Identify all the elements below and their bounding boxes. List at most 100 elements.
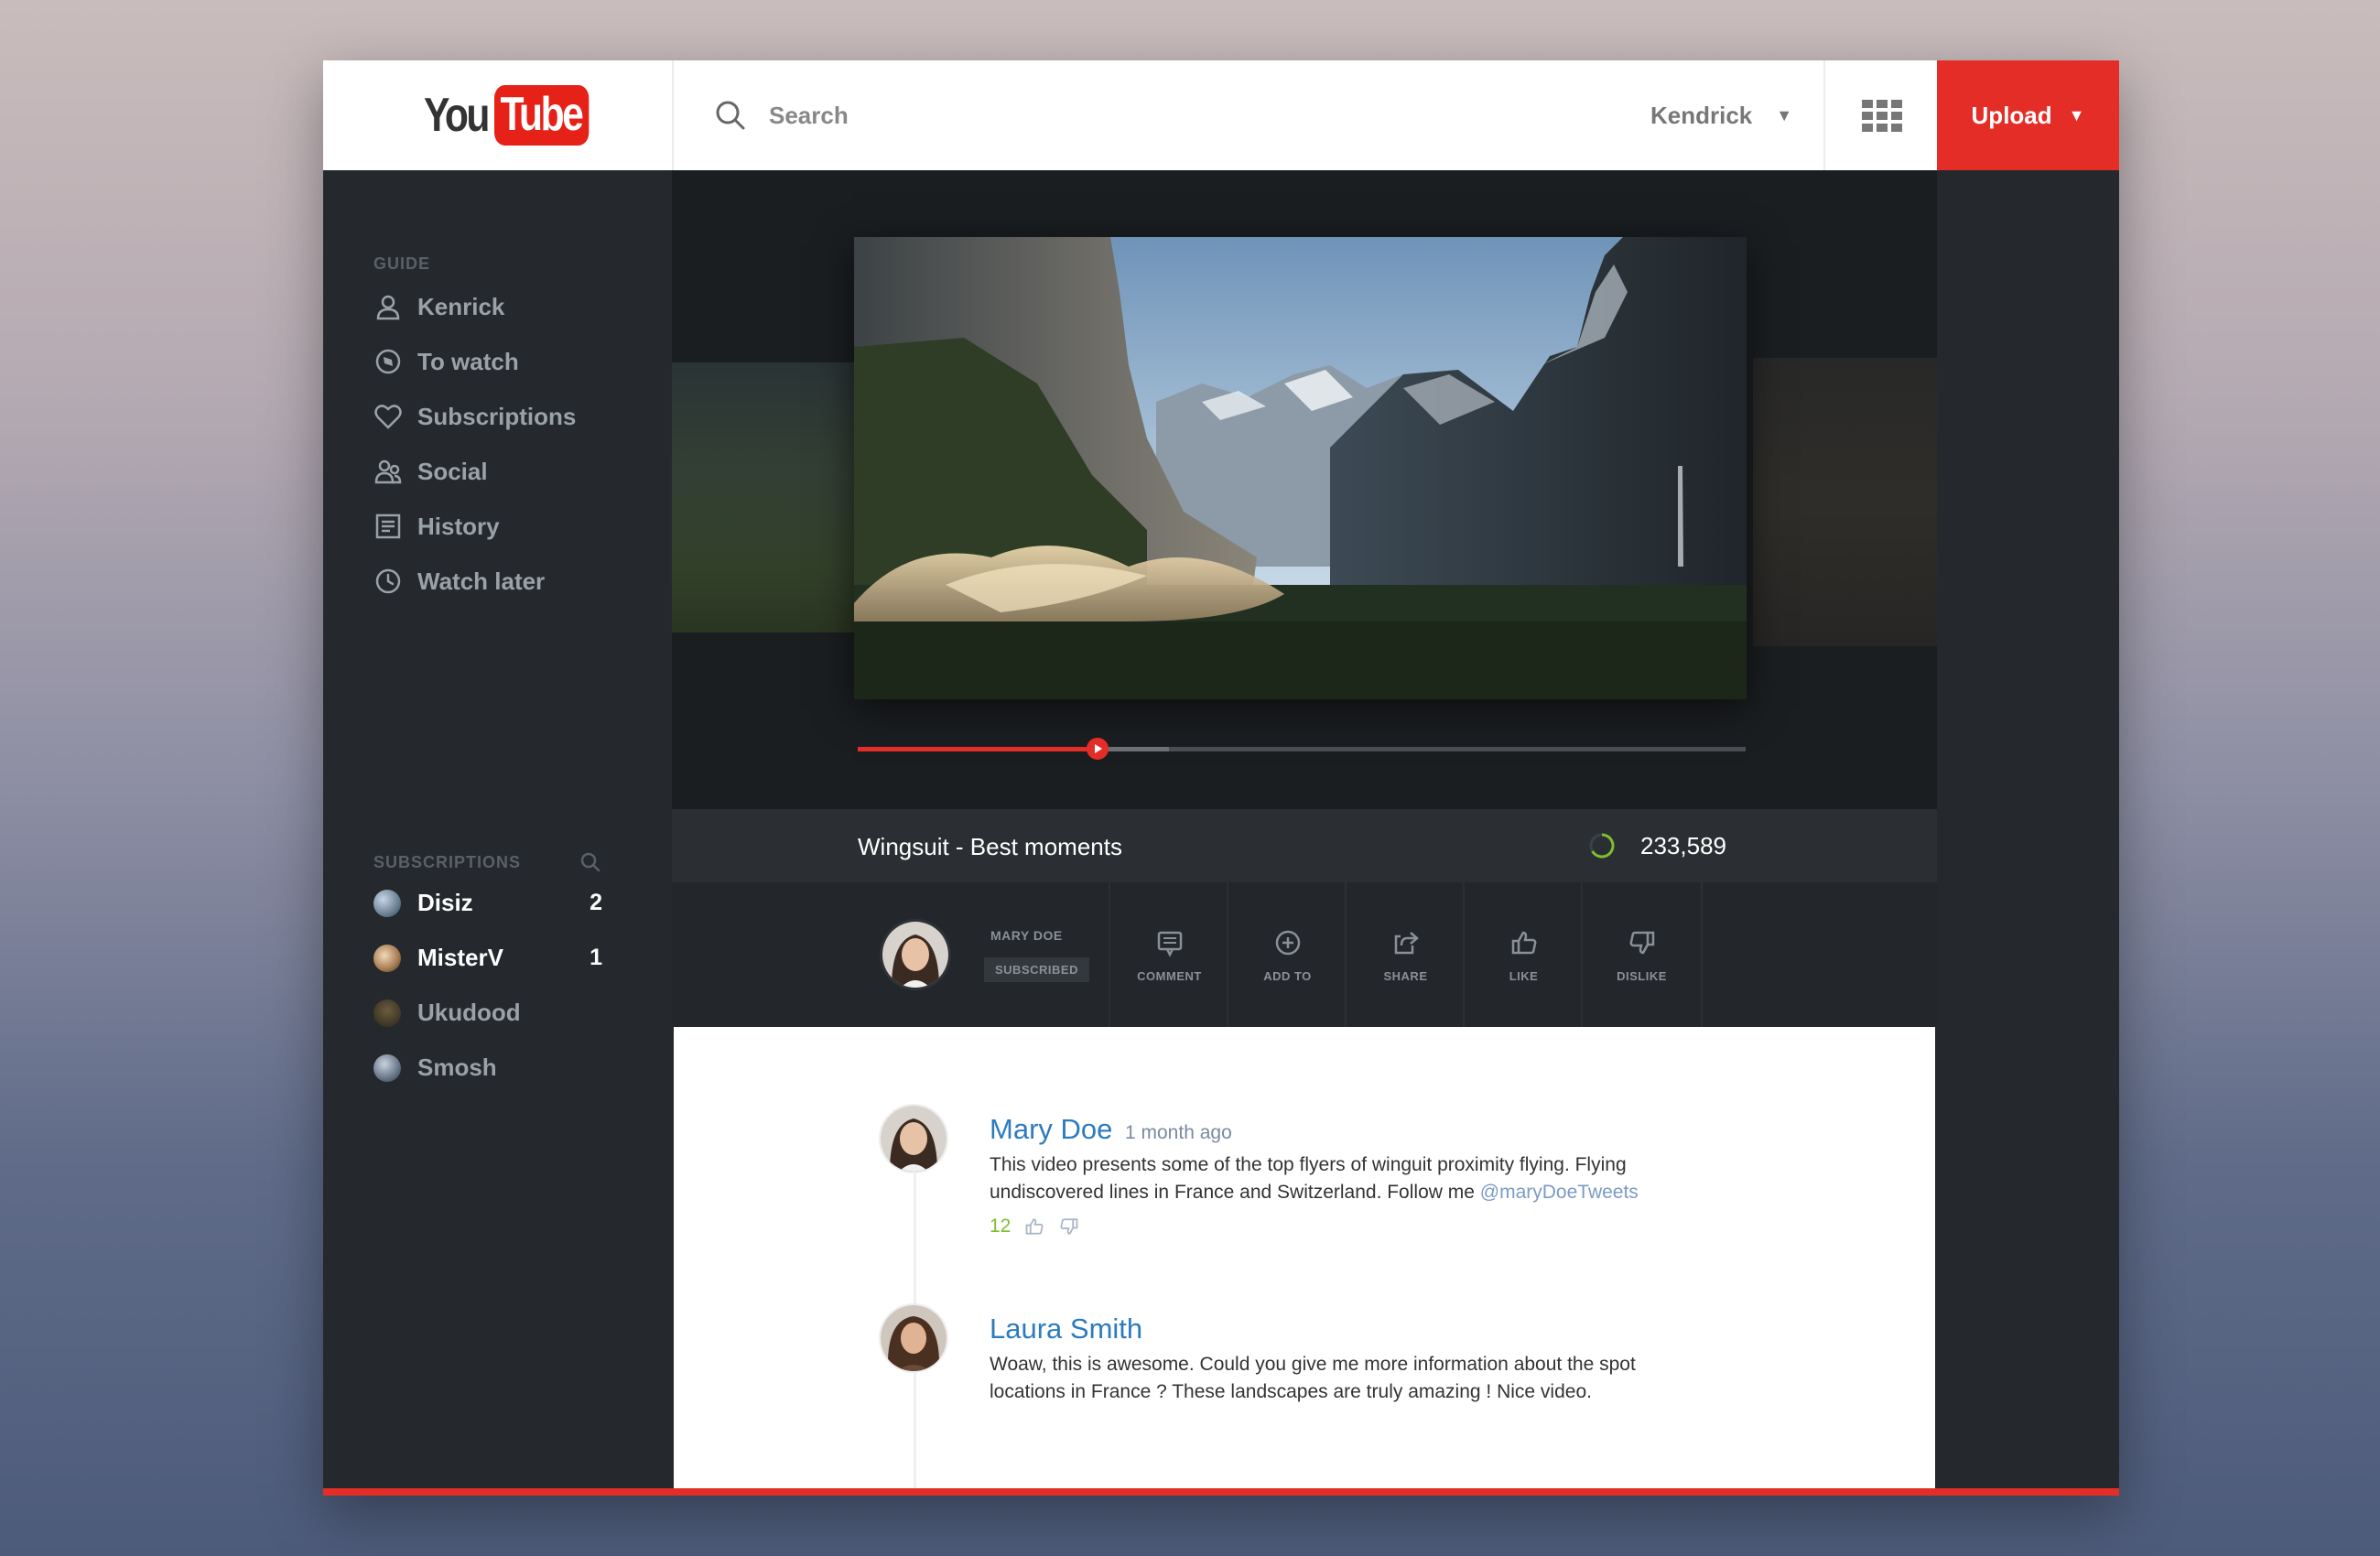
comment-text: Woaw, this is awesome. Could you give me… [990, 1354, 1636, 1402]
clock-icon [375, 568, 401, 594]
comment-author[interactable]: Mary Doe [990, 1113, 1112, 1146]
caret-down-icon: ▼ [2068, 105, 2085, 124]
view-count-value: 233,589 [1640, 831, 1726, 859]
comment-button[interactable]: COMMENT [1109, 882, 1228, 1027]
sidebar-item-kenrick[interactable]: Kenrick [373, 292, 504, 321]
heart-icon [374, 405, 402, 429]
channel-avatar[interactable] [880, 919, 951, 990]
comment-text: This video presents some of the top flye… [990, 1151, 1704, 1206]
dislike-button[interactable]: DISLIKE [1581, 882, 1703, 1027]
video-action-bar: MARY DOE SUBSCRIBED COMMENT ADD TO SHARE… [672, 882, 1937, 1027]
channel-avatar [373, 999, 401, 1027]
video-title: Wingsuit - Best moments [858, 833, 1122, 860]
logo-tube-text: Tube [494, 85, 590, 146]
unread-count: 1 [590, 945, 602, 970]
search-input[interactable] [767, 100, 1137, 131]
subscription-label: Ukudood [417, 999, 521, 1026]
upload-label: Upload [1971, 101, 2052, 129]
search-icon[interactable] [712, 97, 749, 134]
profile-photo-icon [882, 922, 948, 988]
mention-link[interactable]: @maryDoeTweets [1480, 1182, 1639, 1203]
channel-avatar [373, 1054, 401, 1082]
app-window: You Tube Kendrick ▼ Upload ▼ GUIDE [323, 60, 2119, 1496]
sidebar-item-label: Watch later [417, 567, 546, 595]
channel-avatar [373, 944, 401, 972]
comment-label: COMMENT [1137, 968, 1202, 983]
subscription-item-misterv[interactable]: MisterV 1 [373, 944, 602, 972]
subscription-item-smosh[interactable]: Smosh [373, 1054, 602, 1082]
upload-button[interactable]: Upload ▼ [1937, 60, 2119, 170]
like-button[interactable]: LIKE [1463, 882, 1583, 1027]
sidebar-item-label: History [417, 512, 500, 540]
previous-video-thumbnail[interactable] [672, 362, 855, 632]
valley-landscape-image [854, 237, 1747, 699]
commenter-avatar[interactable] [879, 1303, 948, 1373]
subscription-item-disiz[interactable]: Disiz 2 [373, 889, 602, 917]
user-icon [376, 295, 400, 320]
thumbs-up-icon [1511, 931, 1536, 954]
sidebar-item-history[interactable]: History [373, 512, 500, 541]
subscription-item-ukudood[interactable]: Ukudood [373, 999, 602, 1027]
add-to-label: ADD TO [1263, 968, 1312, 983]
apps-button[interactable] [1823, 60, 1939, 170]
add-to-button[interactable]: ADD TO [1227, 882, 1347, 1027]
dislike-label: DISLIKE [1617, 968, 1667, 983]
subscriptions-section-title: SUBSCRIPTIONS [373, 852, 522, 871]
caret-down-icon: ▼ [1776, 105, 1793, 124]
sidebar-item-label: Subscriptions [417, 402, 577, 430]
logo-you-text: You [424, 89, 490, 142]
subscribed-button[interactable]: SUBSCRIBED [984, 957, 1089, 982]
bottom-accent-bar [323, 1488, 2119, 1496]
thumbs-down-icon [1629, 931, 1654, 954]
guide-section-title: GUIDE [373, 254, 431, 273]
logo-cell: You Tube [323, 60, 674, 170]
subscription-label: Disiz [417, 889, 473, 916]
youtube-logo[interactable]: You Tube [424, 85, 611, 146]
sidebar-item-label: Social [417, 457, 488, 485]
sidebar-item-watch-later[interactable]: Watch later [373, 567, 545, 596]
view-count: 233,589 [1587, 831, 1726, 860]
apps-grid-icon [1862, 99, 1902, 132]
user-name: Kendrick [1650, 101, 1753, 129]
social-icon [374, 459, 402, 484]
sidebar-item-social[interactable]: Social [373, 457, 488, 486]
commenter-avatar[interactable] [879, 1104, 948, 1173]
unread-count: 2 [590, 890, 602, 915]
video-title-bar: Wingsuit - Best moments 233,589 [672, 809, 1937, 882]
sidebar-item-label: Kenrick [417, 292, 505, 320]
like-count: 12 [990, 1216, 1012, 1237]
profile-photo-icon [881, 1305, 947, 1371]
sidebar-item-to-watch[interactable]: To watch [373, 347, 519, 376]
comment-icon [1157, 931, 1182, 957]
channel-avatar [373, 889, 401, 917]
progress-knob[interactable] [1086, 738, 1109, 760]
add-circle-icon [1275, 930, 1300, 955]
comments-section: Mary Doe 1 month ago This video presents… [674, 1027, 1935, 1496]
user-menu[interactable]: Kendrick ▼ [1650, 95, 1792, 135]
share-label: SHARE [1383, 968, 1428, 983]
search-icon[interactable] [579, 850, 602, 874]
comment-author[interactable]: Laura Smith [990, 1313, 1142, 1345]
share-button[interactable]: SHARE [1345, 882, 1465, 1027]
subscription-label: Smosh [417, 1054, 497, 1081]
comment-reactions: 12 [990, 1216, 1080, 1237]
next-video-thumbnail[interactable] [1753, 358, 1937, 646]
sidebar-item-subscriptions[interactable]: Subscriptions [373, 402, 576, 431]
sidebar: GUIDE Kenrick To watch Subscriptions Soc… [323, 170, 672, 1496]
subscription-label: MisterV [417, 944, 503, 971]
like-label: LIKE [1509, 968, 1539, 983]
profile-photo-icon [881, 1106, 947, 1172]
subscriptions-section-header: SUBSCRIPTIONS [373, 850, 602, 874]
share-icon [1394, 931, 1419, 954]
top-header: You Tube Kendrick ▼ Upload ▼ [323, 60, 2119, 170]
thumbs-up-icon[interactable] [1023, 1216, 1045, 1237]
progress-fill [858, 747, 1098, 751]
channel-name: MARY DOE [990, 928, 1063, 943]
views-ring-icon [1589, 833, 1615, 859]
search-bar [712, 95, 1261, 135]
compass-icon [375, 349, 401, 374]
history-icon [375, 513, 401, 539]
video-frame[interactable] [854, 237, 1747, 699]
comment-timestamp: 1 month ago [1125, 1122, 1232, 1143]
thumbs-down-icon[interactable] [1058, 1216, 1080, 1237]
